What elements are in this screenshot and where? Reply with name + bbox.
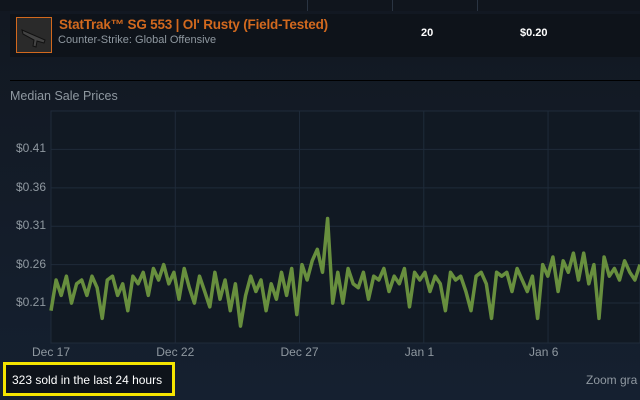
x-tick-label: Jan 6 <box>529 345 559 359</box>
sold-count-box: 323 sold in the last 24 hours <box>3 362 175 396</box>
x-tick-label: Dec 22 <box>156 345 195 359</box>
x-tick-label: Dec 27 <box>280 345 319 359</box>
y-tick-label: $0.36 <box>16 179 47 194</box>
x-tick-label: Jan 1 <box>404 345 435 359</box>
y-tick-label: $0.26 <box>16 256 47 271</box>
sold-count-text: 323 sold in the last 24 hours <box>12 373 163 387</box>
y-tick-label: $0.31 <box>16 218 47 233</box>
x-tick-label: Dec 17 <box>32 345 71 359</box>
price-chart[interactable] <box>0 0 640 400</box>
y-tick-label: $0.21 <box>16 295 47 310</box>
plot-area <box>50 110 640 344</box>
zoom-graph-label: Zoom gra <box>586 373 638 387</box>
y-tick-label: $0.41 <box>16 141 47 156</box>
